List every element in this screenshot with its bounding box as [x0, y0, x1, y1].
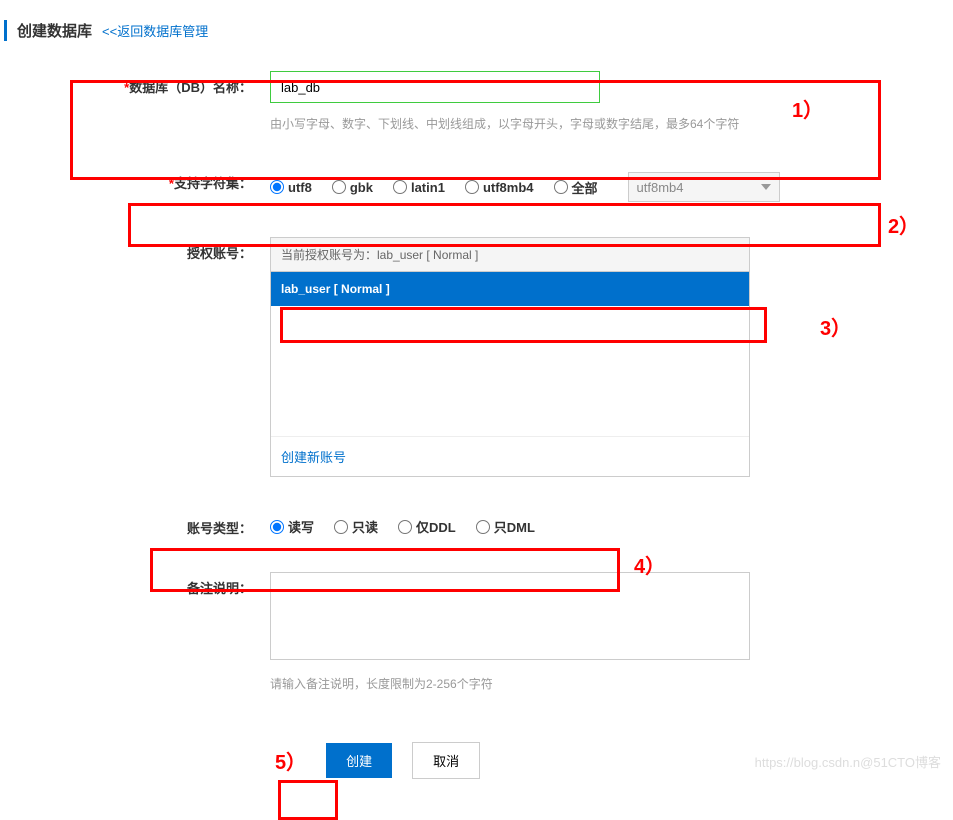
create-account-link[interactable]: 创建新账号: [281, 450, 346, 465]
account-type-label: 账号类型：: [60, 512, 270, 537]
account-current-text: 当前授权账号为：lab_user [ Normal ]: [271, 238, 749, 272]
charset-radio-utf8[interactable]: utf8: [270, 180, 312, 195]
charset-label: *支持字符集：: [60, 167, 270, 192]
db-name-label: *数据库（DB）名称：: [60, 71, 270, 96]
charset-radio-latin1[interactable]: latin1: [393, 180, 445, 195]
account-type-ddl[interactable]: 仅DDL: [398, 517, 456, 536]
back-link[interactable]: <<返回数据库管理: [102, 21, 208, 40]
chevron-down-icon: [761, 184, 771, 190]
remark-textarea[interactable]: [270, 572, 750, 660]
account-type-dml[interactable]: 只DML: [476, 517, 535, 536]
charset-dropdown[interactable]: utf8mb4: [628, 172, 780, 202]
annotation-5: 5）: [275, 746, 306, 775]
db-name-input[interactable]: [270, 71, 600, 103]
charset-radio-utf8mb4[interactable]: utf8mb4: [465, 180, 534, 195]
cancel-button[interactable]: 取消: [412, 742, 480, 779]
account-type-ro[interactable]: 只读: [334, 517, 378, 536]
charset-radio-all[interactable]: 全部: [554, 178, 598, 197]
account-label: 授权账号：: [60, 237, 270, 262]
page-title: 创建数据库: [17, 20, 92, 41]
annotation-box-5: [278, 780, 338, 820]
remark-label: 备注说明：: [60, 572, 270, 597]
db-name-hint: 由小写字母、数字、下划线、中划线组成，以字母开头，字母或数字结尾，最多64个字符: [270, 115, 893, 132]
remark-hint: 请输入备注说明，长度限制为2-256个字符: [270, 675, 893, 692]
create-button[interactable]: 创建: [326, 743, 392, 778]
account-selected-item[interactable]: lab_user [ Normal ]: [271, 272, 749, 306]
account-empty-area: [271, 306, 749, 436]
account-type-rw[interactable]: 读写: [270, 517, 314, 536]
account-listbox: 当前授权账号为：lab_user [ Normal ] lab_user [ N…: [270, 237, 750, 477]
charset-radio-gbk[interactable]: gbk: [332, 180, 373, 195]
